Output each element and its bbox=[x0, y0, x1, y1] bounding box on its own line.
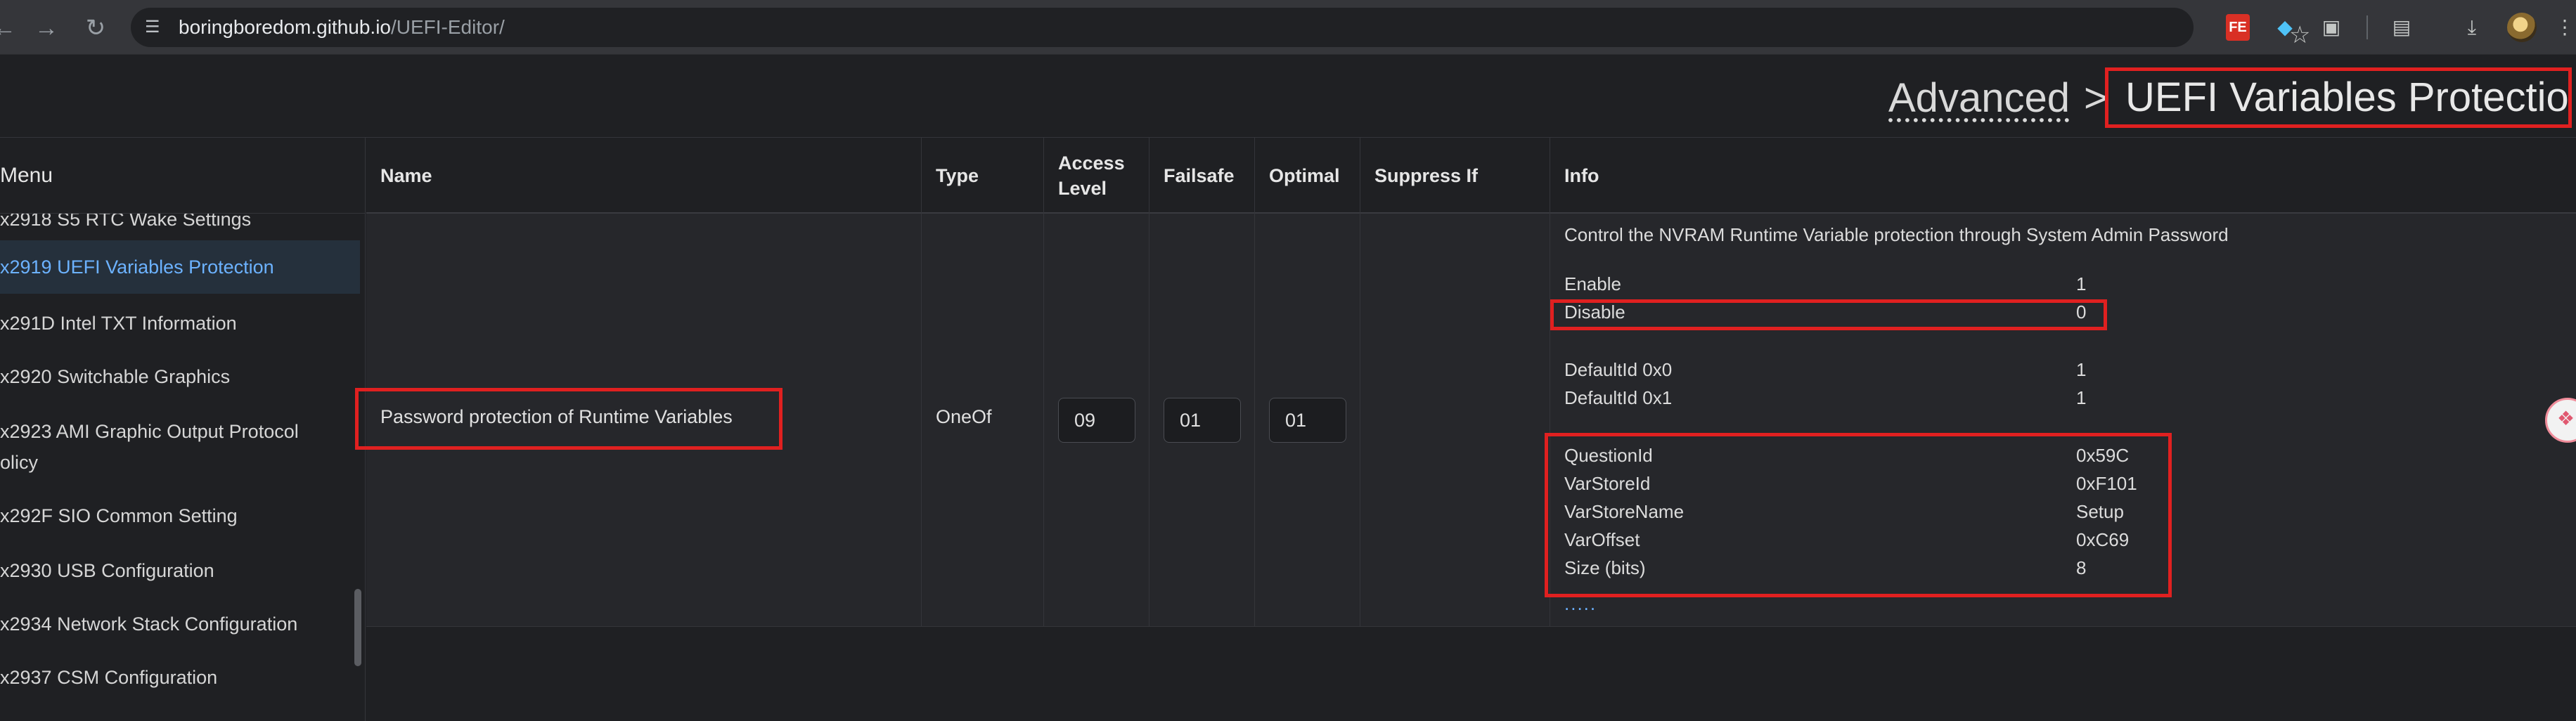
column-header-type: Type bbox=[922, 138, 1044, 214]
cell-optimal: 01 bbox=[1255, 214, 1360, 627]
column-header-optimal: Optimal bbox=[1255, 138, 1360, 214]
cell-access-level: 09 bbox=[1044, 214, 1149, 627]
toolbar-divider bbox=[2366, 15, 2368, 39]
breadcrumb-separator: > bbox=[2084, 75, 2108, 121]
download-icon[interactable]: ⤓ bbox=[2458, 14, 2486, 41]
menu-list: x2918 S5 RTC Wake Settings x2919 UEFI Va… bbox=[0, 214, 360, 721]
back-icon[interactable]: ← bbox=[0, 14, 18, 42]
gem-extension-icon[interactable]: ◆ bbox=[2272, 14, 2298, 41]
column-header-info: Info bbox=[1564, 164, 1599, 186]
meta-label: VarStoreId bbox=[1564, 473, 1651, 494]
setting-name: Password protection of Runtime Variables bbox=[380, 406, 733, 427]
cell-type: OneOf bbox=[922, 214, 1044, 627]
reading-list-icon[interactable]: ▤ bbox=[2388, 14, 2416, 41]
column-header-access-level: Access Level bbox=[1044, 138, 1149, 214]
site-settings-icon[interactable]: ☰ bbox=[145, 18, 166, 37]
address-bar[interactable]: ☰ boringboredom.github.io/UEFI-Editor/ ☆ bbox=[131, 8, 2310, 47]
cell-name: Password protection of Runtime Variables bbox=[355, 214, 922, 627]
column-header-name: Name bbox=[366, 138, 922, 214]
meta-label: Size (bits) bbox=[1564, 557, 1646, 578]
option-value: 0 bbox=[2076, 301, 2087, 323]
meta-value: 0xC69 bbox=[2076, 529, 2130, 550]
default-label: DefaultId 0x1 bbox=[1564, 387, 1673, 408]
url-text: boringboredom.github.io/UEFI-Editor/ bbox=[179, 16, 505, 38]
page-title: UEFI Variables Protection bbox=[2105, 67, 2572, 128]
sidebar: Menu x2918 S5 RTC Wake Settings x2919 UE… bbox=[0, 138, 366, 721]
reload-icon[interactable]: ↻ bbox=[82, 14, 110, 42]
cell-suppress-if bbox=[1360, 214, 1550, 627]
meta-label: VarStoreName bbox=[1564, 501, 1685, 522]
meta-value: 8 bbox=[2076, 557, 2087, 578]
default-value: 1 bbox=[2076, 387, 2087, 408]
default-value: 1 bbox=[2076, 359, 2087, 380]
setting-type: OneOf bbox=[936, 406, 992, 427]
table-row: Password protection of Runtime Variables… bbox=[355, 214, 2576, 627]
failsafe-input[interactable]: 01 bbox=[1164, 398, 1241, 443]
cell-info: Control the NVRAM Runtime Variable prote… bbox=[1545, 214, 2576, 627]
profile-avatar[interactable] bbox=[2507, 13, 2537, 42]
show-more-link[interactable]: ..... bbox=[1564, 593, 1597, 615]
disable-highlight-box bbox=[1550, 299, 2107, 330]
forward-icon[interactable]: → bbox=[32, 14, 60, 42]
option-label: Disable bbox=[1564, 301, 1625, 323]
meta-label: VarOffset bbox=[1564, 529, 1640, 550]
table-header-row: Name Type Access Level Failsafe Optimal … bbox=[366, 138, 2576, 214]
floating-action-icon: ❖ bbox=[2557, 408, 2575, 429]
breadcrumb: Advanced > UEFI Variables Protection bbox=[0, 55, 2576, 138]
breadcrumb-advanced-link[interactable]: Advanced bbox=[1888, 76, 2070, 121]
option-value: 1 bbox=[2076, 273, 2087, 294]
column-header-suppress-if: Suppress If bbox=[1360, 138, 1550, 214]
meta-value: 0x59C bbox=[2076, 445, 2130, 466]
sidebar-title: Menu bbox=[0, 164, 53, 187]
cell-failsafe: 01 bbox=[1149, 214, 1255, 627]
sidebar-item-s5-rtc-wake[interactable]: x2918 S5 RTC Wake Settings bbox=[0, 214, 360, 235]
sidebar-item-uefi-variables-protection[interactable]: x2919 UEFI Variables Protection bbox=[0, 240, 360, 294]
sidebar-item-ami-gop-policy[interactable]: x2923 AMI Graphic Output Protocol bbox=[0, 416, 360, 447]
sidebar-item-switchable-graphics[interactable]: x2920 Switchable Graphics bbox=[0, 361, 360, 392]
more-menu-icon[interactable]: ⋮ bbox=[2555, 14, 2575, 41]
extensions-puzzle-icon[interactable]: ▣ bbox=[2317, 14, 2345, 41]
sidebar-item-ami-gop-policy-cont[interactable]: olicy bbox=[0, 447, 360, 478]
column-header-failsafe: Failsafe bbox=[1149, 138, 1255, 214]
fe-extension-icon[interactable]: FE bbox=[2226, 14, 2250, 41]
sidebar-item-usb-configuration[interactable]: x2930 USB Configuration bbox=[0, 555, 360, 586]
sidebar-item-network-stack[interactable]: x2934 Network Stack Configuration bbox=[0, 609, 360, 639]
sidebar-item-intel-txt[interactable]: x291D Intel TXT Information bbox=[0, 308, 360, 339]
sidebar-item-csm-configuration[interactable]: x2937 CSM Configuration bbox=[0, 662, 360, 693]
info-description: Control the NVRAM Runtime Variable prote… bbox=[1564, 224, 2229, 245]
meta-value: Setup bbox=[2076, 501, 2124, 522]
meta-value: 0xF101 bbox=[2076, 473, 2137, 494]
settings-table: Name Type Access Level Failsafe Optimal … bbox=[355, 138, 2576, 721]
optimal-input[interactable]: 01 bbox=[1269, 398, 1346, 443]
access-level-input[interactable]: 09 bbox=[1058, 398, 1135, 443]
meta-label: QuestionId bbox=[1564, 445, 1653, 466]
default-label: DefaultId 0x0 bbox=[1564, 359, 1673, 380]
browser-toolbar: ← → ↻ ☰ boringboredom.github.io/UEFI-Edi… bbox=[0, 0, 2576, 55]
sidebar-header: Menu bbox=[0, 138, 366, 214]
sidebar-scrollbar[interactable] bbox=[354, 589, 361, 666]
sidebar-item-sio-common[interactable]: x292F SIO Common Setting bbox=[0, 500, 360, 531]
option-label: Enable bbox=[1564, 273, 1621, 294]
